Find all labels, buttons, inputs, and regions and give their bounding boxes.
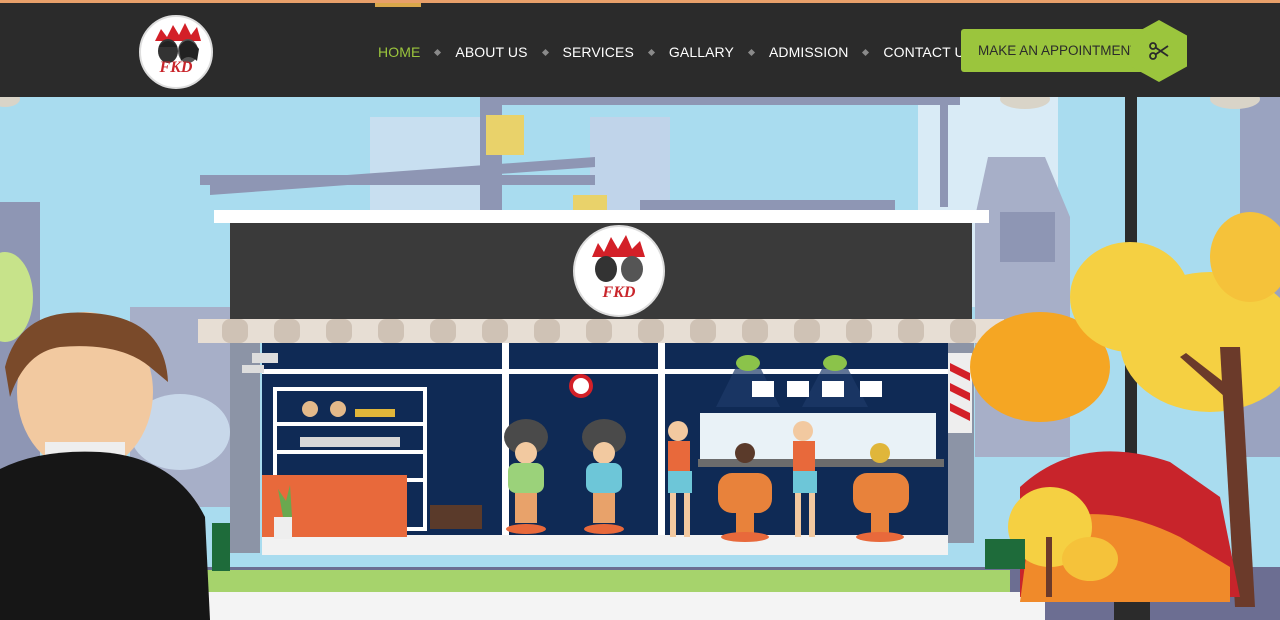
scissors-icon xyxy=(1149,42,1169,60)
nav-separator xyxy=(862,48,870,56)
barbershop-scene-illustration: FKD xyxy=(0,97,1280,620)
active-nav-indicator xyxy=(375,3,421,7)
logo-emblem-icon xyxy=(155,23,201,63)
make-appointment-button[interactable]: MAKE AN APPOINTMENT xyxy=(961,29,1159,72)
nav-separator xyxy=(434,48,442,56)
logo-text: FKD xyxy=(159,59,193,76)
main-navigation: HOME ABOUT US SERVICES GALLARY ADMISSION… xyxy=(378,41,974,63)
nav-services[interactable]: SERVICES xyxy=(563,44,634,60)
nav-home[interactable]: HOME xyxy=(378,44,420,60)
hero-illustration: FKD xyxy=(0,97,1280,620)
nav-separator xyxy=(747,48,755,56)
nav-separator xyxy=(647,48,655,56)
nav-admission[interactable]: ADMISSION xyxy=(769,44,848,60)
nav-gallary[interactable]: GALLARY xyxy=(669,44,734,60)
site-header: FKD HOME ABOUT US SERVICES GALLARY ADMIS… xyxy=(0,3,1280,97)
nav-about-us[interactable]: ABOUT US xyxy=(455,44,527,60)
nav-separator xyxy=(541,48,549,56)
site-logo[interactable]: FKD xyxy=(139,15,213,89)
shop-sign-text: FKD xyxy=(602,284,636,301)
